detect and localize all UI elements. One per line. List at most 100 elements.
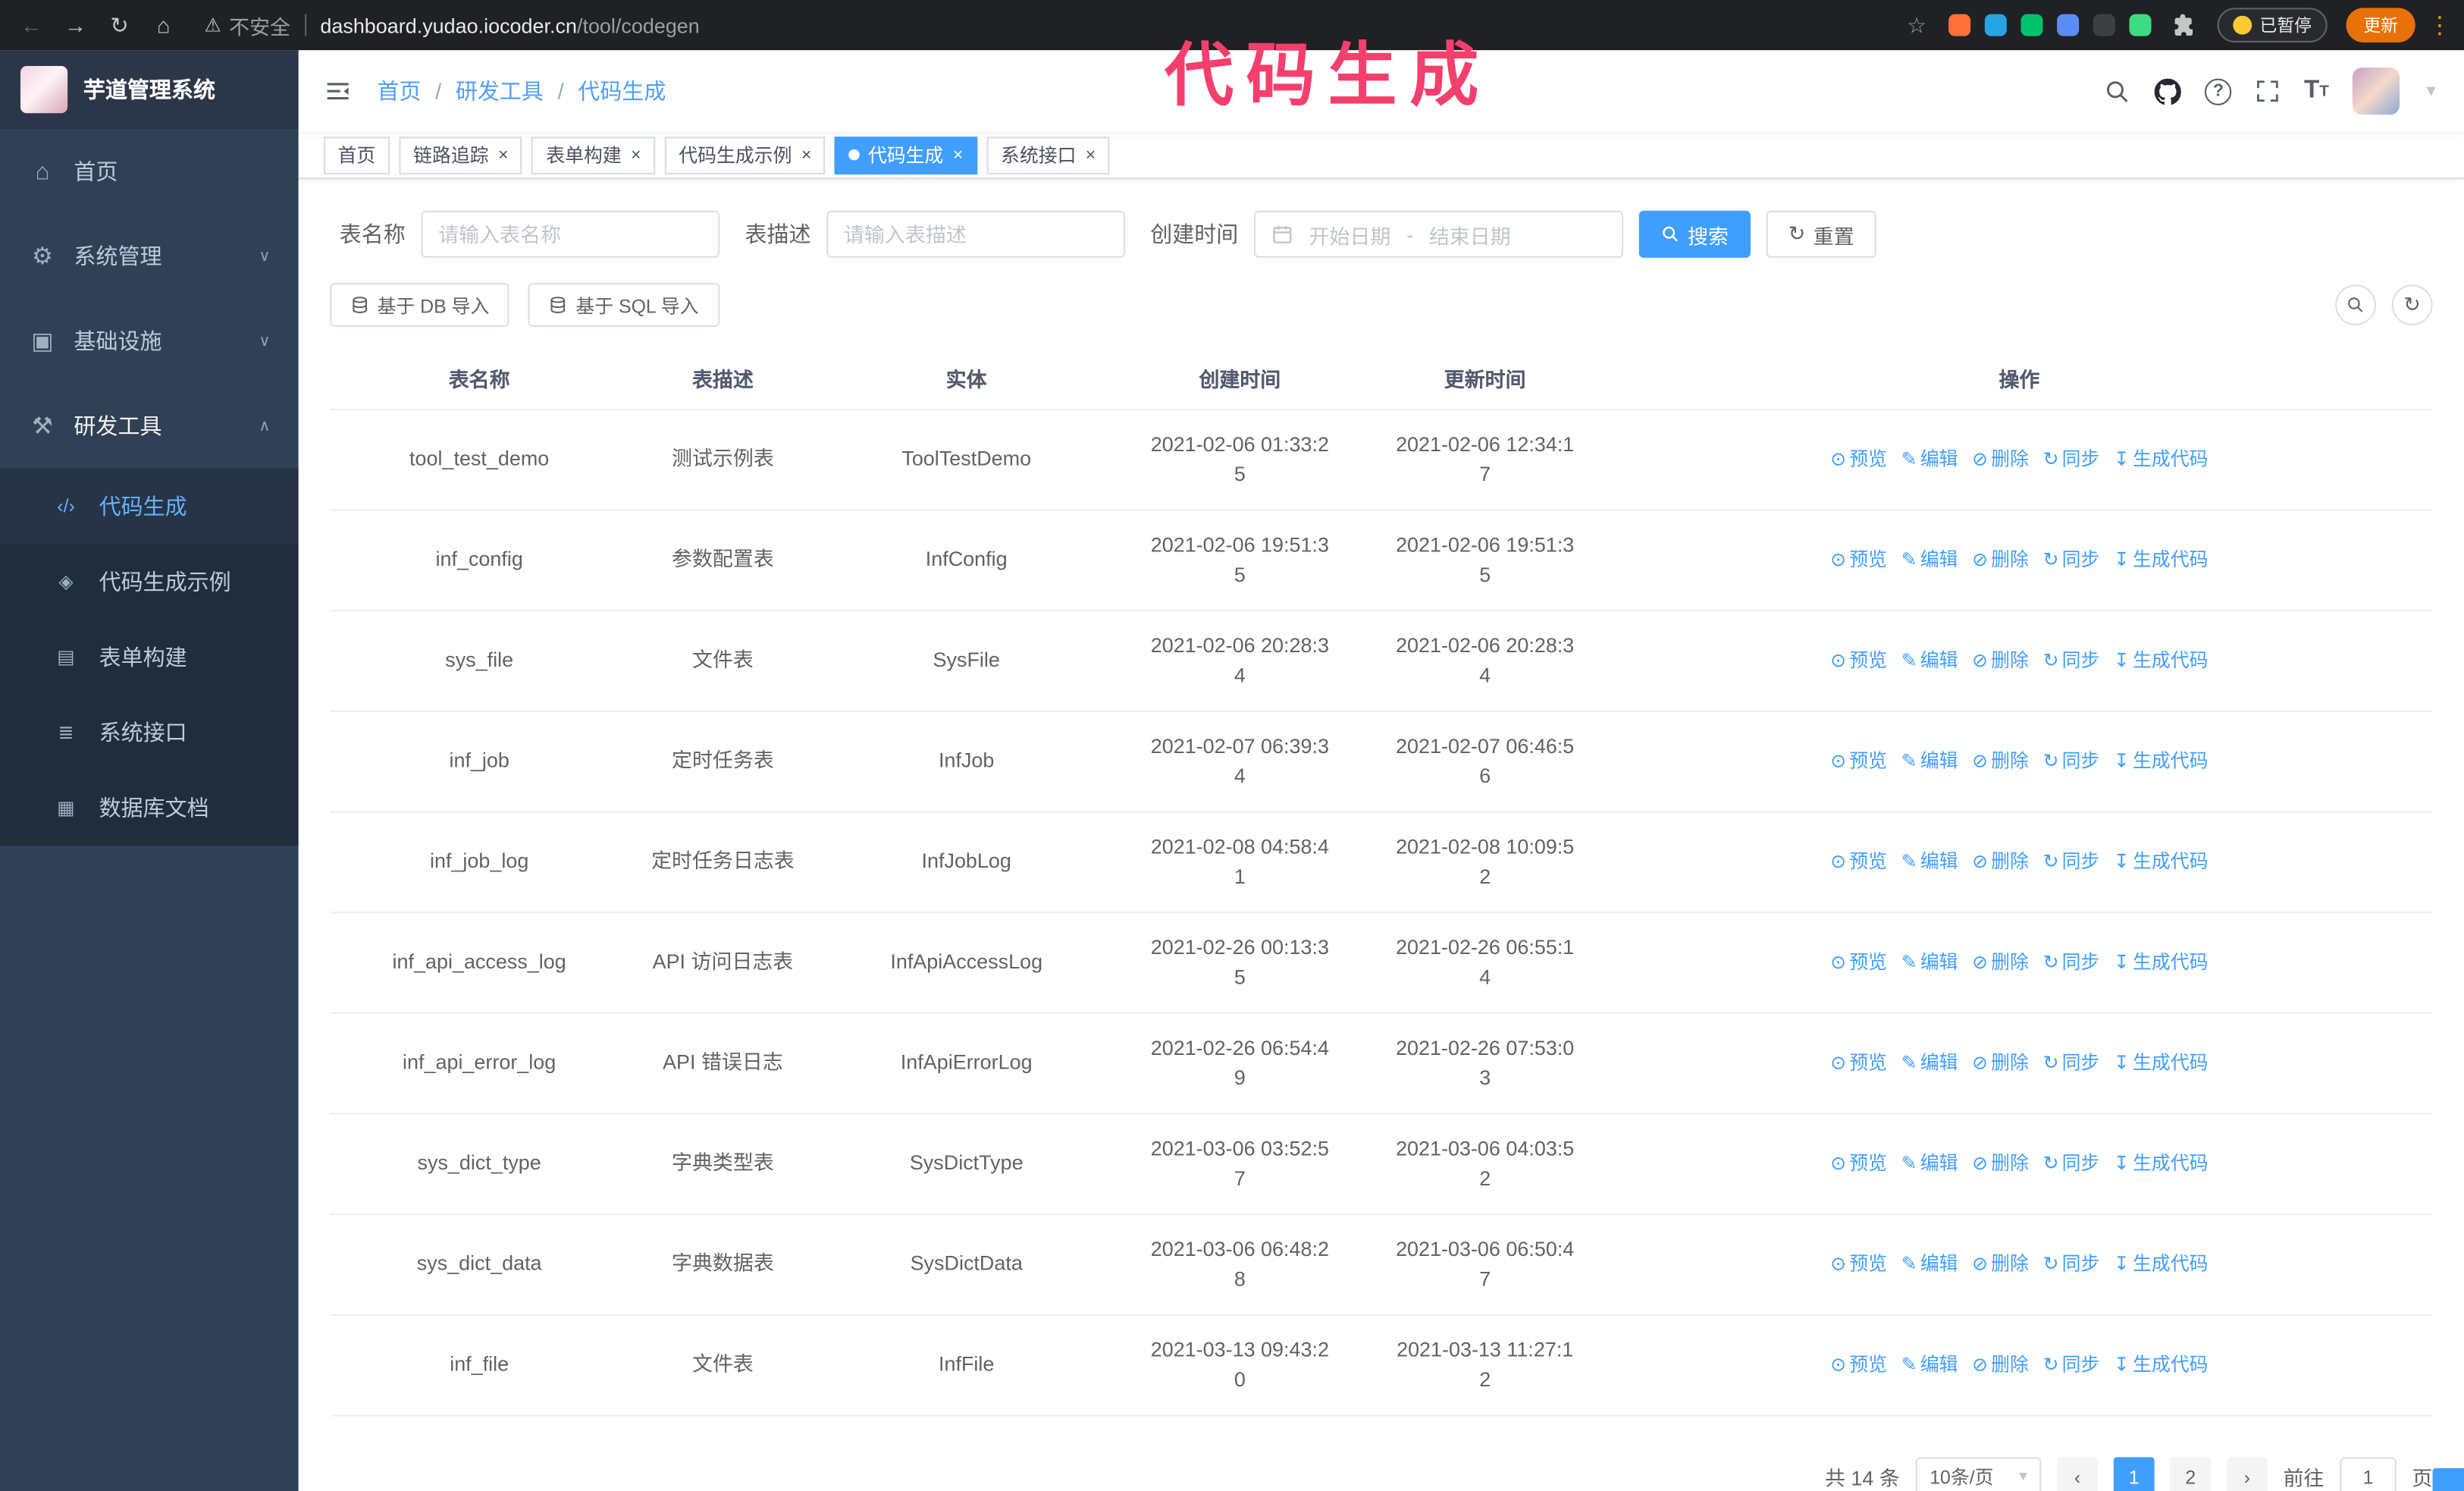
breadcrumb-item[interactable]: 研发工具 xyxy=(456,75,544,106)
sidebar-item-home[interactable]: ⌂ 首页 xyxy=(0,129,299,214)
sidebar-item-db-document[interactable]: ▦ 数据库文档 xyxy=(0,771,299,846)
sidebar-item-codegen-example[interactable]: ◈ 代码生成示例 xyxy=(0,544,299,619)
preview-link[interactable]: ⊙ 预览 xyxy=(1830,445,1887,473)
sync-link[interactable]: ↻ 同步 xyxy=(2043,445,2100,473)
start-date-placeholder[interactable]: 开始日期 xyxy=(1309,219,1391,249)
breadcrumb-item[interactable]: 代码生成 xyxy=(578,75,666,106)
generate-code-link[interactable]: ↧ 生成代码 xyxy=(2114,1149,2209,1177)
edit-link[interactable]: ✎ 编辑 xyxy=(1901,1149,1958,1177)
tab-close-icon[interactable]: × xyxy=(801,146,811,165)
edit-link[interactable]: ✎ 编辑 xyxy=(1901,1250,1958,1278)
generate-code-link[interactable]: ↧ 生成代码 xyxy=(2114,545,2209,573)
generate-code-link[interactable]: ↧ 生成代码 xyxy=(2114,1250,2209,1278)
sync-link[interactable]: ↻ 同步 xyxy=(2043,646,2100,674)
generate-code-link[interactable]: ↧ 生成代码 xyxy=(2114,747,2209,775)
edit-link[interactable]: ✎ 编辑 xyxy=(1901,948,1958,976)
hamburger-icon[interactable] xyxy=(324,77,352,105)
edit-link[interactable]: ✎ 编辑 xyxy=(1901,545,1958,573)
delete-link[interactable]: ⊘ 删除 xyxy=(1972,445,2029,473)
toggle-search-button[interactable] xyxy=(2335,284,2376,326)
extension-drop-icon[interactable] xyxy=(1984,14,2007,36)
prev-page-button[interactable]: ‹ xyxy=(2057,1456,2098,1491)
preview-link[interactable]: ⊙ 预览 xyxy=(1830,948,1887,976)
extension-people-icon[interactable] xyxy=(2057,14,2080,36)
import-sql-button[interactable]: 基于 SQL 导入 xyxy=(528,283,719,328)
sync-link[interactable]: ↻ 同步 xyxy=(2043,1149,2100,1177)
browser-home-button[interactable]: ⌂ xyxy=(145,6,183,44)
browser-menu-icon[interactable]: ⋮ xyxy=(2428,11,2451,39)
sidebar-item-system-api[interactable]: ≣ 系统接口 xyxy=(0,695,299,770)
goto-page-input[interactable] xyxy=(2340,1456,2397,1491)
sidebar-item-system-management[interactable]: ⚙ 系统管理 ∨ xyxy=(0,214,299,299)
edit-link[interactable]: ✎ 编辑 xyxy=(1901,747,1958,775)
forward-button[interactable]: → xyxy=(57,6,95,44)
address-bar[interactable]: ⚠ 不安全 dashboard.yudao.iocoder.cn/tool/co… xyxy=(204,10,1878,39)
delete-link[interactable]: ⊘ 删除 xyxy=(1972,1350,2029,1378)
delete-link[interactable]: ⊘ 删除 xyxy=(1972,1149,2029,1177)
sidebar-item-codegen[interactable]: ‹/› 代码生成 xyxy=(0,468,299,545)
fullscreen-icon[interactable] xyxy=(2256,79,2281,104)
sidebar-item-dev-tools[interactable]: ⚒ 研发工具 ∧ xyxy=(0,384,299,469)
generate-code-link[interactable]: ↧ 生成代码 xyxy=(2114,847,2209,875)
help-icon[interactable]: ? xyxy=(2205,77,2232,105)
generate-code-link[interactable]: ↧ 生成代码 xyxy=(2114,948,2209,976)
tab-close-icon[interactable]: × xyxy=(953,146,963,165)
page-button[interactable]: 1 xyxy=(2113,1456,2155,1491)
delete-link[interactable]: ⊘ 删除 xyxy=(1972,948,2029,976)
delete-link[interactable]: ⊘ 删除 xyxy=(1972,1048,2029,1076)
extension-fox-icon[interactable] xyxy=(1948,14,1971,36)
table-name-input[interactable] xyxy=(421,210,720,258)
github-icon[interactable] xyxy=(2155,77,2182,105)
preview-link[interactable]: ⊙ 预览 xyxy=(1830,1149,1887,1177)
page-button[interactable]: 2 xyxy=(2170,1456,2212,1491)
delete-link[interactable]: ⊘ 删除 xyxy=(1972,847,2029,875)
table-desc-input[interactable] xyxy=(826,210,1126,258)
sync-link[interactable]: ↻ 同步 xyxy=(2043,747,2100,775)
breadcrumb-item[interactable]: 首页 xyxy=(377,75,421,106)
paused-badge[interactable]: 已暂停 xyxy=(2217,8,2328,42)
edit-link[interactable]: ✎ 编辑 xyxy=(1901,646,1958,674)
preview-link[interactable]: ⊙ 预览 xyxy=(1830,1250,1887,1278)
sync-link[interactable]: ↻ 同步 xyxy=(2043,847,2100,875)
extension-dark-icon[interactable] xyxy=(2093,14,2115,36)
edit-link[interactable]: ✎ 编辑 xyxy=(1901,1350,1958,1378)
end-date-placeholder[interactable]: 结束日期 xyxy=(1429,219,1511,249)
sidebar-item-infrastructure[interactable]: ▣ 基础设施 ∨ xyxy=(0,299,299,384)
tab[interactable]: 表单构建 × xyxy=(531,136,656,174)
generate-code-link[interactable]: ↧ 生成代码 xyxy=(2114,646,2209,674)
reset-button[interactable]: ↻ 重置 xyxy=(1766,210,1876,258)
date-range-picker[interactable]: 开始日期 - 结束日期 xyxy=(1254,210,1624,258)
edit-link[interactable]: ✎ 编辑 xyxy=(1901,445,1958,473)
extensions-puzzle-icon[interactable] xyxy=(2171,13,2196,38)
generate-code-link[interactable]: ↧ 生成代码 xyxy=(2114,1350,2209,1378)
tab[interactable]: 代码生成示例 × xyxy=(664,136,826,174)
preview-link[interactable]: ⊙ 预览 xyxy=(1830,1048,1887,1076)
preview-link[interactable]: ⊙ 预览 xyxy=(1830,1350,1887,1378)
import-db-button[interactable]: 基于 DB 导入 xyxy=(330,283,510,328)
preview-link[interactable]: ⊙ 预览 xyxy=(1830,847,1887,875)
sync-link[interactable]: ↻ 同步 xyxy=(2043,545,2100,573)
user-avatar[interactable] xyxy=(2353,67,2400,115)
tab-close-icon[interactable]: × xyxy=(1086,146,1096,165)
tab-close-icon[interactable]: × xyxy=(631,146,641,165)
generate-code-link[interactable]: ↧ 生成代码 xyxy=(2114,445,2209,473)
edit-link[interactable]: ✎ 编辑 xyxy=(1901,847,1958,875)
update-button[interactable]: 更新 xyxy=(2346,8,2415,42)
delete-link[interactable]: ⊘ 删除 xyxy=(1972,646,2029,674)
generate-code-link[interactable]: ↧ 生成代码 xyxy=(2114,1048,2209,1076)
sync-link[interactable]: ↻ 同步 xyxy=(2043,1048,2100,1076)
reload-button[interactable]: ↻ xyxy=(101,6,139,44)
preview-link[interactable]: ⊙ 预览 xyxy=(1830,545,1887,573)
tab[interactable]: 链路追踪 × xyxy=(399,136,523,174)
extension-check-icon[interactable] xyxy=(2020,14,2043,36)
avatar-caret-icon[interactable]: ▼ xyxy=(2423,83,2439,100)
search-icon[interactable] xyxy=(2105,78,2131,105)
logo[interactable]: 芋道管理系统 xyxy=(0,50,299,129)
delete-link[interactable]: ⊘ 删除 xyxy=(1972,545,2029,573)
preview-link[interactable]: ⊙ 预览 xyxy=(1830,646,1887,674)
delete-link[interactable]: ⊘ 删除 xyxy=(1972,747,2029,775)
tab[interactable]: 代码生成 × xyxy=(835,136,977,174)
sync-link[interactable]: ↻ 同步 xyxy=(2043,1350,2100,1378)
preview-link[interactable]: ⊙ 预览 xyxy=(1830,747,1887,775)
extension-leaf-icon[interactable] xyxy=(2129,14,2152,36)
